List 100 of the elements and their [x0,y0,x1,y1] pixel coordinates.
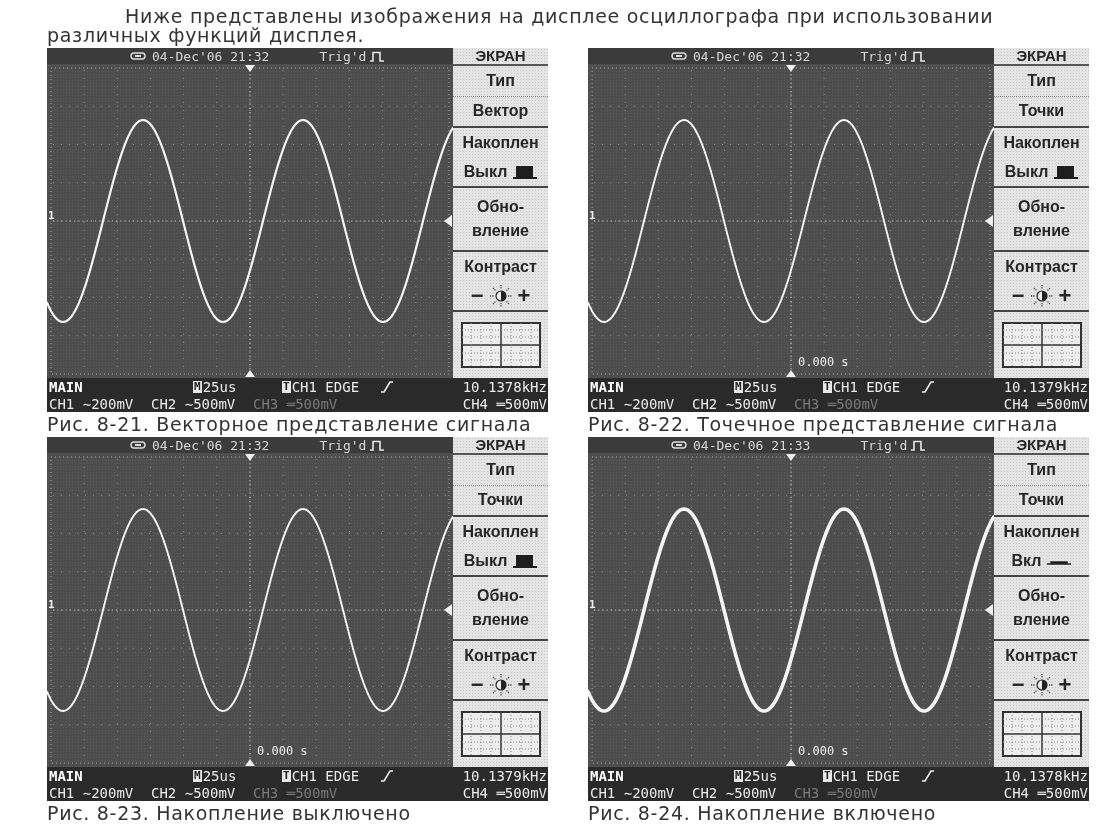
capsule-icon [671,52,687,60]
persistence-menu-button[interactable]: Накоплен Выкл [453,517,548,577]
mode-label: MAIN [590,767,625,784]
channel-readout: CH1 ∼200mV [590,395,676,412]
trigger-source: CH1 EDGE [832,378,901,395]
capsule-icon [671,441,687,449]
trigger-source: CH1 EDGE [832,767,901,784]
trigger-tag: T [282,380,291,393]
trigger-source: CH1 EDGE [291,378,360,395]
mode-label: MAIN [590,378,625,395]
refresh-menu-button[interactable]: Обно-вление [994,577,1089,641]
refresh-menu-button[interactable]: Обно-вление [453,188,548,252]
channel-readout: CH4 ═500mV [1003,395,1089,412]
sun-icon [489,284,512,307]
type-menu-button[interactable]: Тип Точки [453,455,548,517]
timebase-tag: M [193,769,202,782]
channel-marker: 1 [48,599,55,611]
channel-readout: CH3 ═500mV [794,395,880,412]
channel-readout: CH1 ∼200mV [49,784,135,801]
channel-readout: CH1 ∼200mV [590,784,676,801]
up-triangle-icon [786,370,796,377]
persistence-menu-button[interactable]: Накоплен Выкл [453,128,548,188]
contrast-menu-button[interactable]: Контраст − + [453,252,548,312]
type-menu-button[interactable]: Тип Точки [994,66,1089,128]
up-triangle-icon [786,759,796,766]
timebase-value: 25us [743,767,778,784]
timebase-value: 25us [743,378,778,395]
figure-caption: Рис. 8-23. Накопление выключено [47,801,412,826]
sun-icon [1030,284,1053,307]
channel-readout: CH2 ∼500mV [692,784,778,801]
rising-edge-icon [921,380,935,393]
up-triangle-icon [245,370,255,377]
time-offset-label: 0.000 s [257,745,308,758]
grid-icon[interactable] [1001,711,1082,757]
mode-label: MAIN [49,767,84,784]
frequency-readout: 10.1379kHz [462,767,548,784]
mode-label: MAIN [49,378,84,395]
grid-icon[interactable] [460,322,541,368]
trigger-status: Trig'd [860,437,908,453]
channel-readout: CH3 ═500mV [253,395,339,412]
rising-edge-icon [380,380,394,393]
trigger-source: CH1 EDGE [291,767,360,784]
down-triangle-icon [245,65,255,72]
figure-caption: Рис. 8-22. Точечное представление сигнала [588,412,1059,437]
trigger-tag: T [823,380,832,393]
frequency-readout: 10.1378kHz [1003,767,1089,784]
trigger-status: Trig'd [319,48,367,64]
capsule-icon [130,441,146,449]
square-pulse-icon [910,439,927,451]
figure-caption: Рис. 8-21. Векторное представление сигнала [47,412,533,437]
contrast-menu-button[interactable]: Контраст − + [994,252,1089,312]
menu-title: ЭКРАН [453,48,548,66]
date-time: 04-Dec'06 21:32 [152,437,270,453]
channel-readout: CH4 ═500mV [462,784,548,801]
channel-marker: 1 [48,210,55,222]
down-triangle-icon [245,454,255,461]
channel-readout: CH4 ═500mV [1003,784,1089,801]
timebase-value: 25us [202,767,237,784]
contrast-menu-button[interactable]: Контраст − + [453,641,548,701]
grid-icon[interactable] [460,711,541,757]
time-offset-label: 0.000 s [798,745,849,758]
rising-edge-icon [921,769,935,782]
grid-icon[interactable] [1001,322,1082,368]
up-triangle-icon [245,759,255,766]
channel-readout: CH2 ∼500mV [151,395,237,412]
persistence-menu-button[interactable]: Накоплен Выкл [994,128,1089,188]
sun-icon [489,673,512,696]
down-triangle-icon [786,65,796,72]
intro-paragraph: Ниже представлены изображения на дисплее осциллографа при использовании различных функций дисплея. [46,4,995,46]
timebase-tag: M [193,380,202,393]
contrast-menu-button[interactable]: Контраст − + [994,641,1089,701]
refresh-menu-button[interactable]: Обно-вление [994,188,1089,252]
trigger-status: Trig'd [319,437,367,453]
channel-readout: CH4 ═500mV [462,395,548,412]
refresh-menu-button[interactable]: Обно-вление [453,577,548,641]
channel-readout: CH3 ═500mV [794,784,880,801]
frequency-readout: 10.1378kHz [462,378,548,395]
date-time: 04-Dec'06 21:32 [693,48,811,64]
channel-readout: CH2 ∼500mV [151,784,237,801]
capsule-icon [130,52,146,60]
trigger-tag: T [282,769,291,782]
frequency-readout: 10.1379kHz [1003,378,1089,395]
menu-title: ЭКРАН [994,437,1089,455]
trigger-tag: T [823,769,832,782]
trigger-status: Trig'd [860,48,908,64]
timebase-tag: M [734,769,743,782]
type-menu-button[interactable]: Тип Вектор [453,66,548,128]
timebase-value: 25us [202,378,237,395]
channel-marker: 1 [589,599,596,611]
date-time: 04-Dec'06 21:33 [693,437,811,453]
rising-edge-icon [380,769,394,782]
type-menu-button[interactable]: Тип Точки [994,455,1089,517]
time-offset-label: 0.000 s [798,356,849,369]
square-pulse-icon [369,439,386,451]
channel-readout: CH2 ∼500mV [692,395,778,412]
sun-icon [1030,673,1053,696]
persistence-menu-button[interactable]: Накоплен Вкл [994,517,1089,577]
square-pulse-icon [910,50,927,62]
channel-readout: CH1 ∼200mV [49,395,135,412]
channel-marker: 1 [589,210,596,222]
